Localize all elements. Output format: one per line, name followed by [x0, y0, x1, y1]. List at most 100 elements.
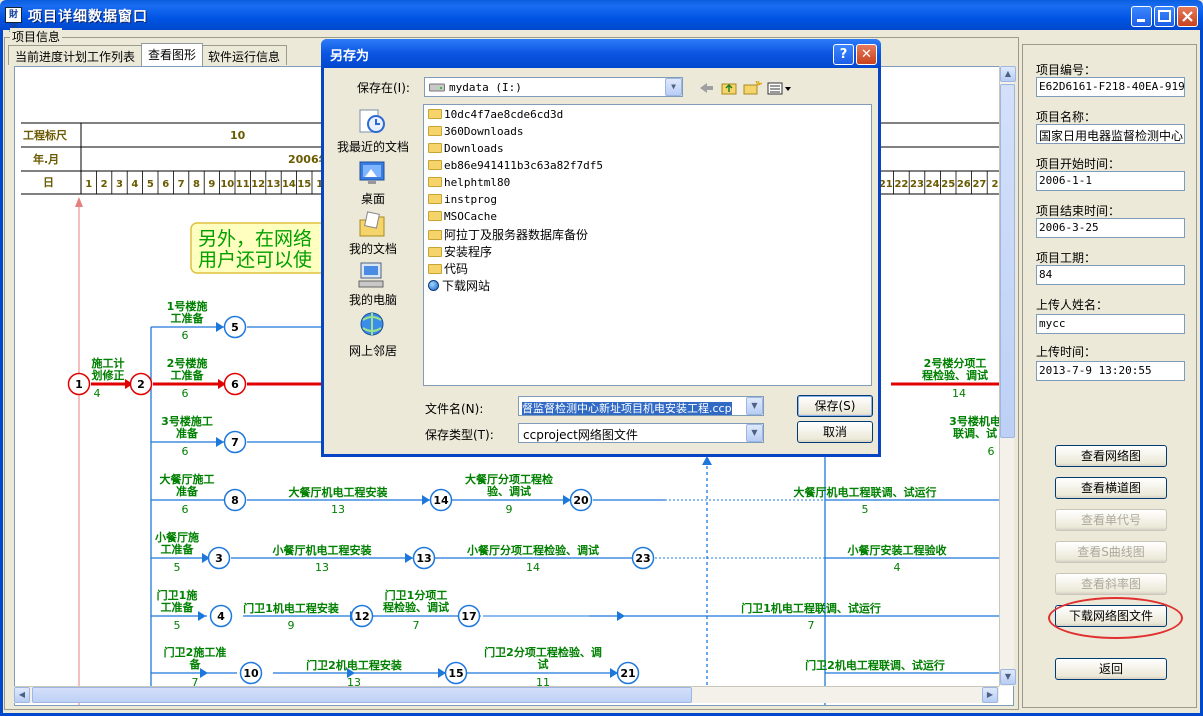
title-bar[interactable]: [0, 0, 1203, 30]
start-date-field[interactable]: 2006-1-1: [1036, 171, 1185, 191]
list-item[interactable]: 代码: [428, 260, 468, 276]
day-tick-label: 26: [957, 179, 971, 190]
node-number: 14: [433, 494, 449, 507]
file-name: 安装程序: [444, 245, 493, 259]
act-label: 3号楼机电联调、试: [949, 414, 1001, 440]
filetype-combo[interactable]: ccproject网络图文件 ▼: [518, 423, 764, 443]
day-tick-label: 13: [267, 179, 281, 190]
tab-view-graph[interactable]: 查看图形: [141, 43, 204, 66]
tab-work-list[interactable]: 当前进度计划工作列表: [8, 45, 143, 65]
my-documents-icon[interactable]: [357, 210, 387, 240]
maximize-icon: [1158, 10, 1171, 22]
close-window-button[interactable]: [1177, 6, 1198, 27]
list-item[interactable]: 安装程序: [428, 243, 492, 259]
maximize-button[interactable]: [1154, 6, 1175, 27]
place-desktop[interactable]: 桌面: [333, 190, 413, 207]
list-item[interactable]: instprog: [428, 193, 497, 209]
drive-icon: [429, 83, 445, 92]
day-tick-label: 7: [178, 179, 185, 190]
project-name-field[interactable]: 国家日用电器监督检测中心: [1036, 124, 1185, 144]
duration-field[interactable]: 84: [1036, 265, 1185, 285]
act-label: 门卫2分项工程检验、调试: [484, 645, 602, 671]
window-frame-left: [0, 30, 3, 716]
act-days: 4: [894, 561, 901, 574]
filename-label: 文件名(N):: [425, 402, 484, 416]
file-name: instprog: [444, 193, 497, 206]
node-number: 13: [416, 552, 431, 565]
scroll-left-icon[interactable]: ◀: [14, 687, 30, 703]
folder-icon: [428, 194, 442, 204]
tab-runtime-info[interactable]: 软件运行信息: [201, 45, 288, 65]
place-network[interactable]: 网上邻居: [333, 342, 413, 359]
chevron-down-icon[interactable]: ▼: [746, 397, 763, 415]
place-my-documents[interactable]: 我的文档: [333, 240, 413, 257]
horizontal-scrollbar[interactable]: ◀ ▶: [14, 686, 999, 703]
act-label: 小餐厅机电工程安装: [272, 543, 372, 557]
callout-box: 另外，在网络 用户还可以使: [190, 222, 332, 274]
act-days: 4: [94, 387, 101, 400]
vertical-scrollbar[interactable]: ▲ ▼: [999, 66, 1016, 686]
list-item[interactable]: 下载网站: [428, 277, 490, 293]
node-number: 6: [231, 378, 239, 391]
day-tick-label: 15: [297, 179, 311, 190]
list-item[interactable]: eb86e941411b3c63a82f7df5: [428, 159, 603, 175]
place-my-computer[interactable]: 我的电脑: [333, 291, 413, 308]
chevron-down-icon[interactable]: ▼: [746, 424, 763, 442]
file-name: 阿拉丁及服务器数据库备份: [444, 228, 589, 242]
act-label: 2号楼施工准备: [167, 356, 208, 382]
minimize-button[interactable]: [1131, 6, 1152, 27]
act-days: 7: [413, 619, 420, 632]
back-button[interactable]: 返回: [1055, 658, 1167, 680]
scroll-down-icon[interactable]: ▼: [1000, 669, 1016, 685]
view-slope-button[interactable]: 查看斜率图: [1055, 573, 1167, 595]
list-item[interactable]: helphtml80: [428, 176, 510, 192]
vertical-scroll-thumb[interactable]: [1000, 84, 1015, 438]
list-item[interactable]: Downloads: [428, 142, 504, 158]
project-code-field[interactable]: E62D6161-F218-40EA-919D-: [1036, 77, 1185, 97]
act-days: 14: [952, 387, 966, 400]
file-name: 10dc4f7ae8cde6cd3d: [444, 108, 564, 121]
dialog-title-bar[interactable]: [321, 39, 881, 68]
place-recent[interactable]: 我最近的文档: [333, 138, 413, 155]
scroll-right-icon[interactable]: ▶: [982, 687, 998, 703]
list-item[interactable]: MSOCache: [428, 210, 497, 226]
window-title: 项目详细数据窗口: [28, 9, 148, 25]
folder-icon: [428, 247, 442, 257]
dialog-close-button[interactable]: ✕: [856, 44, 877, 65]
view-single-code-button[interactable]: 查看单代号: [1055, 509, 1167, 531]
callout-line2: 用户还可以使: [198, 249, 312, 271]
chevron-down-icon[interactable]: ▼: [665, 78, 682, 96]
callout-line1: 另外，在网络: [198, 228, 312, 250]
end-date-field[interactable]: 2006-3-25: [1036, 218, 1185, 238]
cancel-button[interactable]: 取消: [797, 421, 873, 443]
folder-icon: [428, 211, 442, 221]
file-name: MSOCache: [444, 210, 497, 223]
my-computer-icon[interactable]: [357, 260, 387, 290]
view-s-curve-button[interactable]: 查看S曲线图: [1055, 541, 1167, 563]
list-item[interactable]: 10dc4f7ae8cde6cd3d: [428, 108, 563, 124]
view-network-button[interactable]: 查看网络图: [1055, 445, 1167, 467]
folder-icon: [428, 126, 442, 136]
act-label: 施工计划修正: [92, 356, 125, 382]
network-places-icon[interactable]: [357, 310, 387, 340]
project-info-legend: 项目信息: [10, 28, 63, 45]
dialog-title: 另存为: [330, 49, 370, 64]
list-item[interactable]: 阿拉丁及服务器数据库备份: [428, 226, 588, 242]
uploader-field[interactable]: mycc: [1036, 314, 1185, 334]
scroll-up-icon[interactable]: ▲: [1000, 66, 1016, 82]
save-in-combo[interactable]: mydata (I:) ▼: [424, 77, 683, 97]
day-label: 日: [43, 176, 54, 189]
view-lane-button[interactable]: 查看横道图: [1055, 477, 1167, 499]
horizontal-scroll-thumb[interactable]: [32, 687, 692, 703]
act-days: 6: [182, 329, 189, 342]
list-item[interactable]: 360Downloads: [428, 125, 523, 141]
recent-documents-icon[interactable]: [357, 106, 387, 136]
filename-input[interactable]: 督监督检测中心新址项目机电安装工程.ccp ▼: [518, 396, 764, 416]
upload-time-field[interactable]: 2013-7-9 13:20:55: [1036, 361, 1185, 381]
day-tick-label: 10: [220, 179, 234, 190]
save-button[interactable]: 保存(S): [797, 395, 873, 417]
help-button[interactable]: ?: [833, 44, 854, 65]
up-folder-icon: [721, 83, 737, 95]
day-tick-label: 11: [236, 179, 250, 190]
desktop-icon[interactable]: [357, 158, 387, 188]
